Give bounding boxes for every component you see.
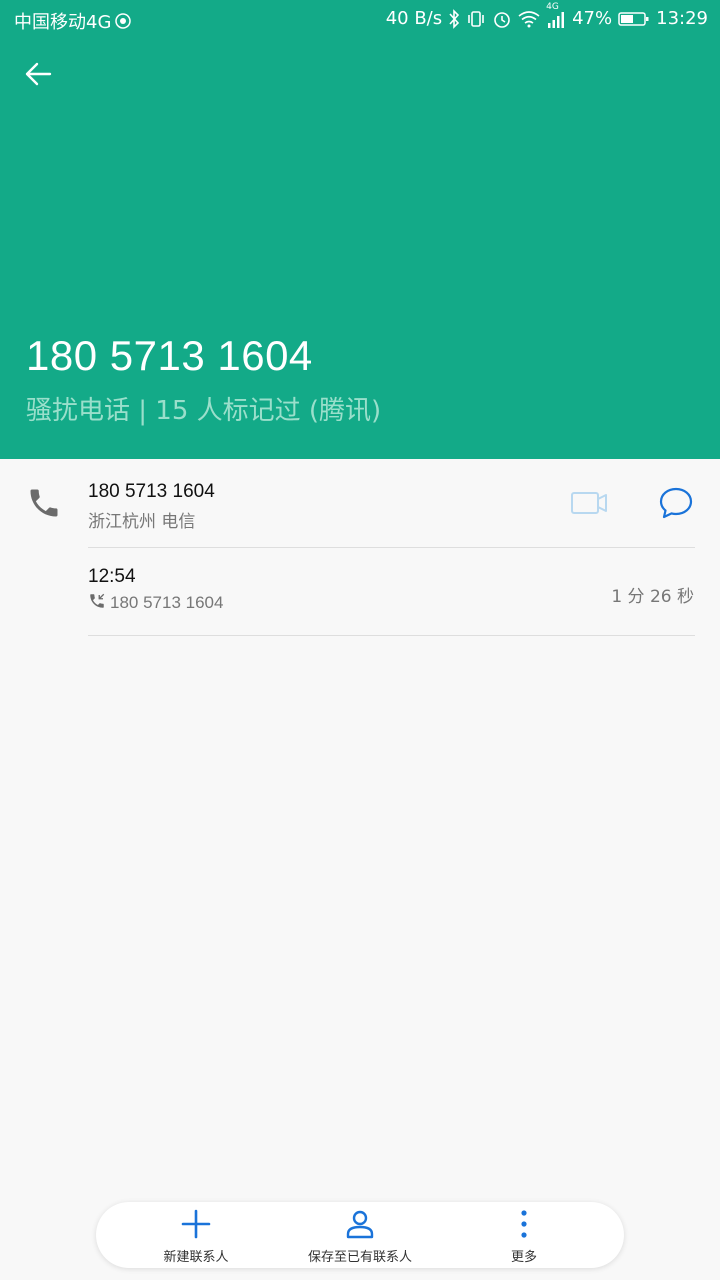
number-location: 浙江杭州 电信 bbox=[88, 512, 196, 532]
call-detail: 180 5713 1604 bbox=[88, 592, 223, 614]
person-icon bbox=[344, 1202, 376, 1244]
more-vertical-icon bbox=[508, 1202, 540, 1244]
message-icon[interactable] bbox=[656, 483, 696, 523]
carrier-label: 中国移动4G bbox=[14, 12, 112, 33]
plus-icon bbox=[180, 1202, 212, 1244]
incoming-call-icon bbox=[88, 592, 106, 614]
call-log-row[interactable]: 12:54 180 5713 1604 1 分 26 秒 bbox=[0, 548, 720, 636]
status-bar: 中国移动4G 40 B/s 4G 47% 13:29 bbox=[0, 0, 720, 38]
call-time: 12:54 bbox=[88, 566, 136, 587]
back-arrow-icon bbox=[23, 59, 53, 93]
battery-percent: 47% bbox=[572, 8, 613, 29]
alarm-icon bbox=[492, 9, 512, 29]
wifi-icon bbox=[518, 10, 540, 28]
spam-tag: 骚扰电话 | 15 人标记过 (腾讯) bbox=[26, 396, 382, 426]
divider bbox=[88, 635, 695, 636]
vibrate-icon bbox=[466, 9, 486, 29]
back-button[interactable] bbox=[14, 52, 62, 100]
network-badge: 4G bbox=[546, 1, 559, 12]
battery-icon bbox=[618, 11, 650, 27]
signal-icon: 4G bbox=[546, 2, 566, 28]
save-to-existing-label: 保存至已有联系人 bbox=[307, 1250, 412, 1265]
caller-number: 180 5713 1604 bbox=[26, 332, 313, 379]
new-contact-label: 新建联系人 bbox=[163, 1250, 229, 1265]
save-to-existing-button[interactable]: 保存至已有联系人 bbox=[295, 1202, 425, 1268]
number-row[interactable]: 180 5713 1604 浙江杭州 电信 bbox=[0, 459, 720, 547]
bluetooth-icon bbox=[448, 8, 460, 29]
contact-number: 180 5713 1604 bbox=[88, 481, 215, 502]
call-log-number: 180 5713 1604 bbox=[110, 593, 224, 612]
call-duration: 1 分 26 秒 bbox=[611, 587, 694, 607]
more-label: 更多 bbox=[510, 1250, 537, 1265]
sim-badge-icon bbox=[115, 13, 132, 29]
clock: 13:29 bbox=[656, 8, 708, 29]
bottom-action-bar: 新建联系人 保存至已有联系人 更多 bbox=[96, 1202, 624, 1268]
more-button[interactable]: 更多 bbox=[459, 1202, 589, 1268]
caller-header: 中国移动4G 40 B/s 4G 47% 13:29 180 5713 1604… bbox=[0, 0, 720, 459]
net-speed: 40 B/s bbox=[385, 8, 443, 29]
video-call-icon[interactable] bbox=[568, 485, 612, 521]
new-contact-button[interactable]: 新建联系人 bbox=[131, 1202, 261, 1268]
phone-icon bbox=[26, 485, 62, 521]
